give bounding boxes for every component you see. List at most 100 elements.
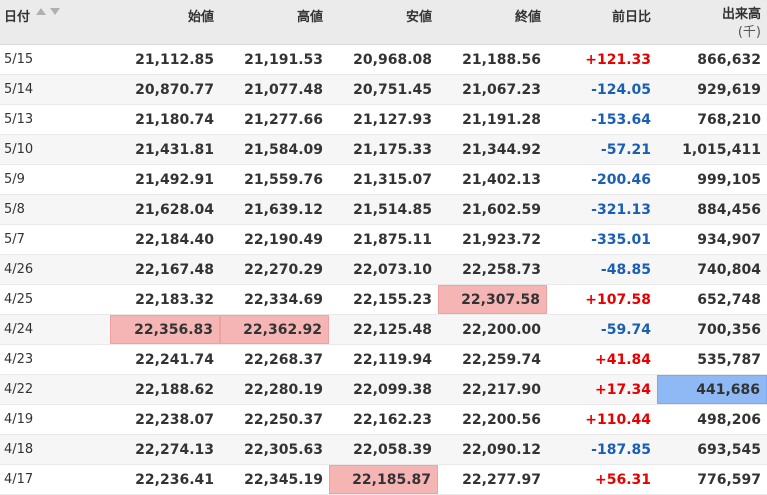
cell-high: 22,362.92 (220, 315, 329, 344)
cell-date: 5/7 (4, 232, 25, 247)
column-header-volume-unit: (千) (737, 25, 761, 40)
cell-open: 21,431.81 (135, 141, 214, 158)
cell-change: +17.34 (594, 381, 651, 398)
volume-header-stack: 出来高 (千) (722, 6, 761, 42)
cell-volume: 441,686 (657, 375, 767, 404)
cell-open: 21,112.85 (135, 51, 214, 68)
cell-low: 21,514.85 (353, 201, 432, 218)
cell-change: -153.64 (591, 111, 651, 128)
cell-open: 20,870.77 (135, 81, 214, 98)
cell-low: 22,185.87 (329, 465, 438, 494)
cell-high: 22,334.69 (244, 291, 323, 308)
column-header-high: 高値 (220, 0, 329, 44)
cell-change: +56.31 (594, 471, 651, 488)
cell-date: 5/13 (4, 112, 34, 127)
cell-change: +107.58 (585, 291, 651, 308)
cell-low: 21,127.93 (353, 111, 432, 128)
cell-open: 21,628.04 (135, 201, 214, 218)
cell-low: 22,058.39 (353, 441, 432, 458)
cell-date: 4/24 (4, 322, 34, 337)
cell-close: 21,402.13 (462, 171, 541, 188)
table-row: 5/10 21,431.81 21,584.09 21,175.33 21,344.92… (0, 135, 767, 165)
cell-date: 4/23 (4, 352, 34, 367)
cell-close: 21,344.92 (462, 141, 541, 158)
cell-open: 22,241.74 (135, 351, 214, 368)
cell-high: 22,345.19 (244, 471, 323, 488)
column-header-high-label: 高値 (296, 10, 323, 25)
table-row: 4/24 22,356.83 22,362.92 22,125.48 22,200.00… (0, 315, 767, 345)
cell-volume: 652,748 (697, 291, 761, 308)
table-row: 5/7 22,184.40 22,190.49 21,875.11 21,923.72 -… (0, 225, 767, 255)
cell-low: 22,162.23 (353, 411, 432, 428)
cell-close: 21,602.59 (462, 201, 541, 218)
cell-low: 22,119.94 (353, 351, 432, 368)
sort-controls[interactable] (36, 8, 61, 15)
cell-close: 22,277.97 (462, 471, 541, 488)
column-header-volume: 出来高 (千) (657, 0, 767, 44)
cell-open: 21,180.74 (135, 111, 214, 128)
cell-change: +41.84 (594, 351, 651, 368)
cell-close: 22,200.00 (462, 321, 541, 338)
cell-date: 5/10 (4, 142, 34, 157)
column-header-close: 終値 (438, 0, 547, 44)
cell-open: 22,167.48 (135, 261, 214, 278)
cell-low: 21,175.33 (353, 141, 432, 158)
cell-low: 22,073.10 (353, 261, 432, 278)
sort-desc-icon[interactable] (50, 8, 61, 15)
cell-volume: 866,632 (697, 51, 761, 68)
cell-date: 5/15 (4, 52, 34, 67)
cell-high: 21,559.76 (244, 171, 323, 188)
cell-low: 21,875.11 (353, 231, 432, 248)
cell-high: 21,077.48 (244, 81, 323, 98)
cell-high: 22,270.29 (244, 261, 323, 278)
cell-close: 22,090.12 (462, 441, 541, 458)
cell-date: 4/25 (4, 292, 34, 307)
cell-open: 22,356.83 (110, 315, 220, 344)
cell-close: 21,067.23 (462, 81, 541, 98)
column-header-change: 前日比 (547, 0, 657, 44)
column-header-low-label: 安値 (405, 10, 432, 25)
column-header-close-label: 終値 (514, 10, 541, 25)
cell-low: 22,099.38 (353, 381, 432, 398)
column-header-date[interactable]: 日付 (0, 0, 110, 44)
cell-open: 22,274.13 (135, 441, 214, 458)
column-header-change-label: 前日比 (611, 10, 651, 25)
cell-volume: 999,105 (697, 171, 761, 188)
cell-high: 22,250.37 (244, 411, 323, 428)
cell-open: 22,183.32 (135, 291, 214, 308)
cell-low: 20,751.45 (353, 81, 432, 98)
cell-change: -57.21 (600, 141, 651, 158)
column-header-open-label: 始値 (187, 10, 214, 25)
cell-change: -321.13 (591, 201, 651, 218)
cell-close: 22,217.90 (462, 381, 541, 398)
cell-low: 20,968.08 (353, 51, 432, 68)
cell-volume: 700,356 (697, 321, 761, 338)
cell-volume: 776,597 (697, 471, 761, 488)
cell-change: -335.01 (591, 231, 651, 248)
column-header-volume-label: 出来高 (721, 7, 761, 22)
cell-open: 22,184.40 (135, 231, 214, 248)
cell-date: 4/17 (4, 472, 34, 487)
cell-change: +110.44 (585, 411, 651, 428)
cell-change: -187.85 (591, 441, 651, 458)
table-header: 日付 始値 高値 安値 終値 前日比 出来高 (千) (0, 0, 767, 45)
cell-volume: 498,206 (697, 411, 761, 428)
sort-asc-icon[interactable] (36, 8, 47, 15)
cell-date: 5/14 (4, 82, 34, 97)
cell-date: 4/26 (4, 262, 34, 277)
cell-volume: 535,787 (697, 351, 761, 368)
cell-open: 22,188.62 (135, 381, 214, 398)
table-row: 5/8 21,628.04 21,639.12 21,514.85 21,602.59 -… (0, 195, 767, 225)
cell-low: 22,155.23 (353, 291, 432, 308)
cell-open: 22,236.41 (135, 471, 214, 488)
table-row: 4/23 22,241.74 22,268.37 22,119.94 22,259.74… (0, 345, 767, 375)
cell-close: 21,923.72 (462, 231, 541, 248)
cell-close: 22,258.73 (462, 261, 541, 278)
cell-close: 22,259.74 (462, 351, 541, 368)
column-header-low: 安値 (329, 0, 438, 44)
table-row: 4/17 22,236.41 22,345.19 22,185.87 22,277.97… (0, 465, 767, 495)
cell-open: 21,492.91 (135, 171, 214, 188)
table-row: 4/25 22,183.32 22,334.69 22,155.23 22,307.58… (0, 285, 767, 315)
cell-high: 22,280.19 (244, 381, 323, 398)
cell-date: 4/19 (4, 412, 34, 427)
